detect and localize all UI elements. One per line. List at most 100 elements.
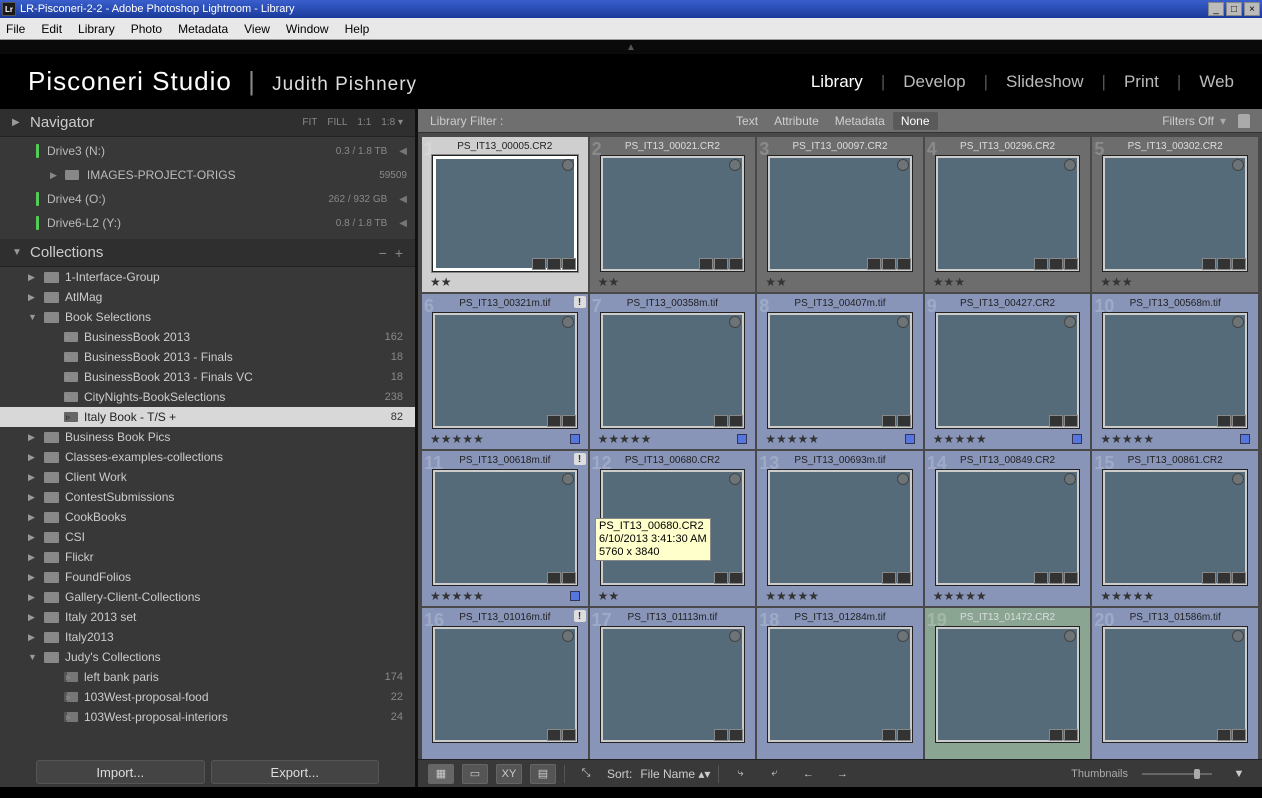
navigator-zoom-options[interactable]: FIT FILL 1:1 1:8 ▾ [302, 117, 403, 128]
menu-file[interactable]: File [6, 22, 25, 36]
prev-photo-button[interactable]: ← [795, 764, 821, 784]
metadata-conflict-icon[interactable]: ! [574, 610, 586, 622]
thumbnail-badge-icon[interactable] [699, 258, 713, 270]
star-rating[interactable]: ★★★ [1100, 275, 1132, 289]
menu-view[interactable]: View [244, 22, 270, 36]
collection-row[interactable]: ▶ContestSubmissions [0, 487, 415, 507]
thumbnail-badge-icon[interactable] [547, 729, 561, 741]
thumbnail-cell[interactable]: 8PS_IT13_00407m.tif★★★★★ [757, 294, 923, 449]
star-rating[interactable]: ★★★★★ [765, 589, 819, 603]
drive-row[interactable]: Drive4 (O:)262 / 932 GB◀ [36, 187, 407, 211]
thumbnail-cell[interactable]: 3PS_IT13_00097.CR2★★ [757, 137, 923, 292]
star-rating[interactable]: ★★★★★ [765, 432, 819, 446]
color-label-icon[interactable] [1240, 434, 1250, 444]
nav-zoom-fill[interactable]: FILL [327, 117, 347, 128]
loupe-view-button[interactable]: ▭ [462, 764, 488, 784]
thumbnail-badge-icon[interactable] [1232, 729, 1246, 741]
flag-icon[interactable] [562, 630, 574, 642]
thumbnail-badge-icon[interactable] [882, 258, 896, 270]
thumbnail-badge-icon[interactable] [1064, 415, 1078, 427]
survey-view-button[interactable]: ▤ [530, 764, 556, 784]
color-label-icon[interactable] [1072, 434, 1082, 444]
collection-row[interactable]: ▶Italy 2013 set [0, 607, 415, 627]
thumbnail-badge-icon[interactable] [897, 258, 911, 270]
flag-icon[interactable] [1232, 473, 1244, 485]
thumbnail-badge-icon[interactable] [882, 415, 896, 427]
metadata-conflict-icon[interactable]: ! [574, 296, 586, 308]
nav-zoom-1-1[interactable]: 1:1 [357, 117, 371, 128]
thumbnail-badge-icon[interactable] [729, 572, 743, 584]
thumbnail-cell[interactable]: 10PS_IT13_00568m.tif★★★★★ [1092, 294, 1258, 449]
collection-row[interactable]: ▹Italy Book - T/S +82 [0, 407, 415, 427]
flag-icon[interactable] [1064, 630, 1076, 642]
thumbnail-cell[interactable]: 16!PS_IT13_01016m.tif [422, 608, 588, 759]
flag-icon[interactable] [1064, 473, 1076, 485]
thumbnail-cell[interactable]: 11!PS_IT13_00618m.tif★★★★★ [422, 451, 588, 606]
collection-row[interactable]: ▹BusinessBook 2013 - Finals18 [0, 347, 415, 367]
color-label-icon[interactable] [737, 434, 747, 444]
module-slideshow[interactable]: Slideshow [1006, 72, 1084, 92]
star-rating[interactable]: ★★★★★ [1100, 432, 1154, 446]
nav-zoom-fit[interactable]: FIT [302, 117, 317, 128]
flag-icon[interactable] [562, 473, 574, 485]
minus-icon[interactable]: − [379, 245, 387, 261]
thumbnail-cell[interactable]: 17PS_IT13_01113m.tif [590, 608, 756, 759]
thumbnail-badge-icon[interactable] [1232, 258, 1246, 270]
color-label-icon[interactable] [905, 434, 915, 444]
thumbnail-badge-icon[interactable] [1232, 415, 1246, 427]
thumbnail-badge-icon[interactable] [729, 415, 743, 427]
thumbnail-badge-icon[interactable] [1217, 415, 1231, 427]
thumbnail-cell[interactable]: 9PS_IT13_00427.CR2★★★★★ [925, 294, 1091, 449]
flag-icon[interactable] [897, 159, 909, 171]
flag-reject-button[interactable]: ⤶ [761, 764, 787, 784]
star-rating[interactable]: ★★ [430, 275, 452, 289]
painter-tool-button[interactable]: ⤡ [573, 764, 599, 784]
filter-metadata[interactable]: Metadata [827, 112, 893, 130]
menu-edit[interactable]: Edit [41, 22, 62, 36]
thumbnail-badge-icon[interactable] [714, 729, 728, 741]
flag-icon[interactable] [897, 473, 909, 485]
flag-icon[interactable] [897, 630, 909, 642]
collection-row[interactable]: ▹BusinessBook 2013 - Finals VC18 [0, 367, 415, 387]
thumbnail-badge-icon[interactable] [532, 258, 546, 270]
collection-row[interactable]: ▶AtlMag [0, 287, 415, 307]
drive-row[interactable]: Drive6-L2 (Y:)0.8 / 1.8 TB◀ [36, 211, 407, 235]
star-rating[interactable]: ★★★★★ [430, 589, 484, 603]
filter-text[interactable]: Text [728, 112, 766, 130]
thumbnail-badge-icon[interactable] [1064, 729, 1078, 741]
thumbnail-cell[interactable]: 20PS_IT13_01586m.tif [1092, 608, 1258, 759]
star-rating[interactable]: ★★ [598, 275, 620, 289]
thumbnail-badge-icon[interactable] [897, 729, 911, 741]
thumbnail-badge-icon[interactable] [1049, 415, 1063, 427]
collection-row[interactable]: ▹103West-proposal-interiors24 [0, 707, 415, 727]
collections-panel-header[interactable]: ▼ Collections − + [0, 239, 415, 267]
import-button[interactable]: Import... [36, 760, 205, 784]
thumbnail-badge-icon[interactable] [547, 258, 561, 270]
thumbnail-badge-icon[interactable] [1064, 572, 1078, 584]
thumbnail-badge-icon[interactable] [1034, 258, 1048, 270]
thumbnail-badge-icon[interactable] [729, 729, 743, 741]
star-rating[interactable]: ★★★ [933, 275, 965, 289]
collection-row[interactable]: ▶CookBooks [0, 507, 415, 527]
filter-none[interactable]: None [893, 112, 938, 130]
plus-icon[interactable]: + [395, 245, 403, 261]
next-photo-button[interactable]: → [829, 764, 855, 784]
module-web[interactable]: Web [1199, 72, 1234, 92]
thumbnail-badge-icon[interactable] [714, 415, 728, 427]
collection-row[interactable]: ▹BusinessBook 2013162 [0, 327, 415, 347]
module-library[interactable]: Library [811, 72, 863, 92]
thumbnail-badge-icon[interactable] [897, 572, 911, 584]
menu-metadata[interactable]: Metadata [178, 22, 228, 36]
thumbnail-badge-icon[interactable] [867, 258, 881, 270]
menu-photo[interactable]: Photo [131, 22, 162, 36]
thumbnail-badge-icon[interactable] [729, 258, 743, 270]
nav-zoom-1-8[interactable]: 1:8 ▾ [381, 117, 403, 128]
sort-field-dropdown[interactable]: File Name ▴▾ [640, 767, 710, 781]
flag-icon[interactable] [1232, 630, 1244, 642]
thumbnail-cell[interactable]: 19PS_IT13_01472.CR2 [925, 608, 1091, 759]
menu-library[interactable]: Library [78, 22, 115, 36]
thumbnail-badge-icon[interactable] [714, 572, 728, 584]
collection-row[interactable]: ▼Book Selections [0, 307, 415, 327]
star-rating[interactable]: ★★★★★ [430, 432, 484, 446]
drive-row[interactable]: ▶IMAGES-PROJECT-ORIGS59509 [36, 163, 407, 187]
